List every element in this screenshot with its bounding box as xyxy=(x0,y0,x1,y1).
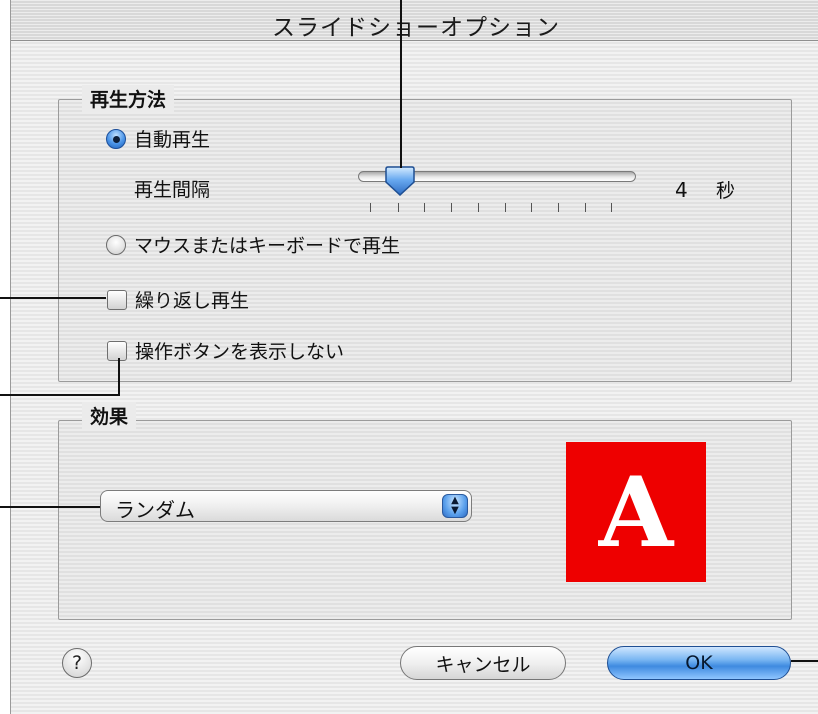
effect-popup-menu[interactable]: ランダム ▲ ▼ xyxy=(100,490,472,522)
repeat-label: 繰り返し再生 xyxy=(135,290,250,312)
callout-line-repeat xyxy=(0,297,106,299)
ok-button[interactable]: OK xyxy=(607,646,791,680)
effect-popup-label: ランダム xyxy=(115,498,195,522)
hide-buttons-label: 操作ボタンを表示しない xyxy=(135,341,345,363)
callout-line-ok xyxy=(791,660,818,662)
repeat-checkbox[interactable]: 繰り返し再生 xyxy=(107,286,249,313)
cancel-label: キャンセル xyxy=(435,653,531,676)
preview-letter: A xyxy=(598,455,674,569)
playback-group-label: 再生方法 xyxy=(82,85,175,112)
callout-line-slider xyxy=(400,0,402,168)
effects-group-label: 効果 xyxy=(82,402,137,429)
interval-label: 再生間隔 xyxy=(134,179,211,201)
window-title: スライドショーオプション xyxy=(272,15,560,41)
title-bar[interactable]: スライドショーオプション xyxy=(11,0,818,41)
mouse-keyboard-radio[interactable]: マウスまたはキーボードで再生 xyxy=(106,231,400,258)
callout-line-hide-buttons-v xyxy=(118,358,120,396)
checkbox-icon xyxy=(107,340,127,361)
interval-value: 4 xyxy=(675,178,688,202)
auto-play-radio[interactable]: 自動再生 xyxy=(106,125,210,152)
mouse-keyboard-label: マウスまたはキーボードで再生 xyxy=(134,235,401,257)
help-icon: ? xyxy=(71,652,83,674)
callout-line-effect xyxy=(0,506,100,508)
cancel-button[interactable]: キャンセル xyxy=(400,646,566,680)
popup-arrows-icon: ▲ ▼ xyxy=(442,494,468,518)
effect-preview: A xyxy=(566,442,706,582)
help-button[interactable]: ? xyxy=(62,648,92,678)
interval-slider-thumb[interactable] xyxy=(384,166,416,196)
radio-unselected-icon xyxy=(106,234,126,255)
callout-line-hide-buttons-h xyxy=(0,394,120,396)
radio-selected-icon xyxy=(106,128,126,149)
hide-buttons-checkbox[interactable]: 操作ボタンを表示しない xyxy=(107,337,344,364)
checkbox-icon xyxy=(107,289,127,310)
interval-unit: 秒 xyxy=(716,180,736,202)
ok-label: OK xyxy=(685,652,713,674)
auto-play-label: 自動再生 xyxy=(134,129,211,151)
